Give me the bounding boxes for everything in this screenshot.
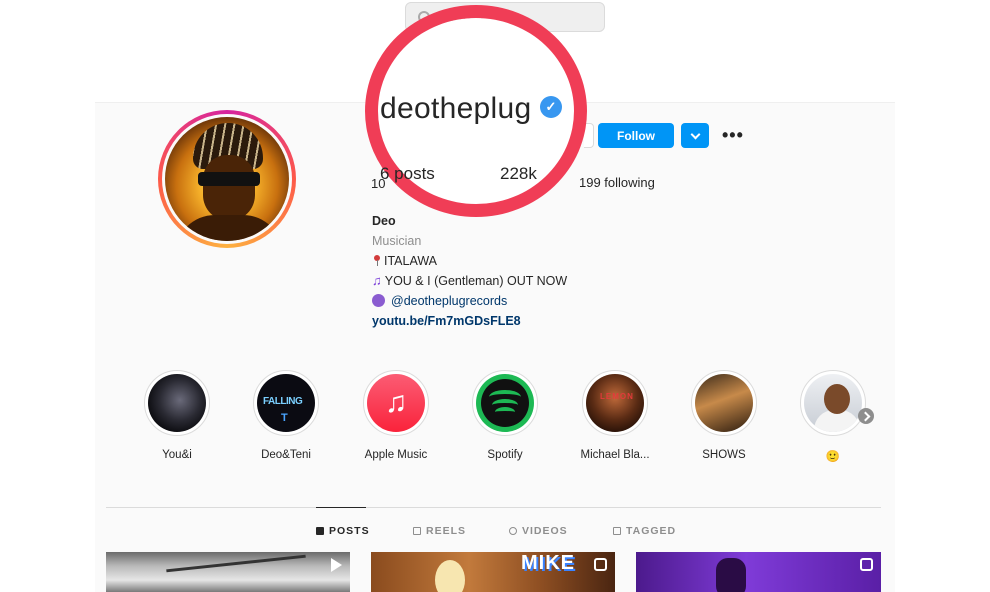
tagged-icon xyxy=(613,527,621,535)
highlight-image xyxy=(148,374,206,432)
highlight-art-text: FALLING xyxy=(263,396,303,407)
more-options-icon[interactable]: ••• xyxy=(722,126,744,144)
suggested-dropdown-button[interactable] xyxy=(681,123,709,148)
spotify-wave xyxy=(495,407,515,417)
spotify-icon xyxy=(476,374,534,432)
tab-posts[interactable]: POSTS xyxy=(316,525,370,537)
post-thumbnail[interactable] xyxy=(106,552,350,592)
highlight-apple-music[interactable]: ♫ Apple Music xyxy=(351,370,441,461)
highlight-shows[interactable]: SHOWS xyxy=(679,370,769,461)
highlight-emoji-label: 🙂 xyxy=(825,451,841,463)
story-highlights: You&i FALLING T Deo&Teni ♫ Apple Music S… xyxy=(132,370,892,470)
followers-count[interactable]: 228k xyxy=(500,164,537,184)
highlight-ring: FALLING T xyxy=(253,370,319,436)
tab-label: REELS xyxy=(426,525,467,537)
avatar-border xyxy=(162,114,292,244)
active-tab-indicator xyxy=(316,507,366,508)
highlight-ring xyxy=(691,370,757,436)
mask-icon xyxy=(372,294,385,308)
follow-button[interactable]: Follow xyxy=(598,123,674,148)
highlight-label: Deo&Teni xyxy=(261,449,311,461)
tab-label: VIDEOS xyxy=(522,525,568,537)
tabs-divider xyxy=(106,507,881,508)
profile-username: deotheplug xyxy=(380,92,532,125)
music-note-icon: ♫ xyxy=(372,273,382,289)
highlight-image: FALLING T xyxy=(257,374,315,432)
avatar-face xyxy=(203,155,255,221)
highlight-image: LEMON xyxy=(586,374,644,432)
post-art-lamp xyxy=(166,554,306,573)
post-thumbnail[interactable] xyxy=(636,552,881,592)
tab-videos[interactable]: VIDEOS xyxy=(509,525,568,537)
post-art-light xyxy=(435,560,465,592)
post-thumbnail[interactable]: MIKE xyxy=(371,552,615,592)
highlight-art-text: T xyxy=(281,412,288,424)
highlights-next-arrow[interactable] xyxy=(858,408,874,424)
tab-label: TAGGED xyxy=(626,525,677,537)
highlight-image xyxy=(804,374,862,432)
bio-release-line: ♫ YOU & I (Gentleman) OUT NOW xyxy=(372,271,567,292)
highlight-spotify[interactable]: Spotify xyxy=(460,370,550,461)
highlight-label: Spotify xyxy=(487,449,523,461)
post-art-text: MIKE xyxy=(521,552,575,574)
bio-mention-link[interactable]: @deotheplugrecords xyxy=(391,294,507,308)
highlight-person-head xyxy=(824,384,850,414)
highlight-label: Michael Bla... xyxy=(580,449,650,461)
bio-category: Musician xyxy=(372,233,422,248)
reel-icon xyxy=(860,558,873,571)
video-icon xyxy=(509,527,517,535)
tab-label: POSTS xyxy=(329,525,370,537)
reels-icon xyxy=(413,527,421,535)
avatar-image xyxy=(165,117,289,241)
highlight-ring xyxy=(144,370,210,436)
highlight-ring xyxy=(800,370,866,436)
apple-music-icon: ♫ xyxy=(367,374,425,432)
bio-release: YOU & I (Gentleman) OUT NOW xyxy=(384,274,568,289)
verified-badge-icon: ✓ xyxy=(540,96,562,118)
highlight-art-text: LEMON xyxy=(600,392,634,401)
following-count[interactable]: 199 following xyxy=(579,175,655,190)
tab-tagged[interactable]: TAGGED xyxy=(613,525,676,537)
profile-bio: Deo Musician ITALAWA ♫ YOU & I (Gentleman… xyxy=(372,212,567,332)
tab-reels[interactable]: REELS xyxy=(413,525,466,537)
avatar-shoulders xyxy=(175,215,283,241)
highlight-deo-teni[interactable]: FALLING T Deo&Teni xyxy=(241,370,331,461)
bio-mention-line: @deotheplugrecords xyxy=(372,292,567,312)
profile-avatar[interactable] xyxy=(158,110,296,248)
highlight-you-and-i[interactable]: You&i xyxy=(132,370,222,461)
highlight-ring xyxy=(472,370,538,436)
posts-count[interactable]: 6 posts xyxy=(380,164,435,184)
highlight-image xyxy=(695,374,753,432)
highlight-michael-blackson[interactable]: LEMON Michael Bla... xyxy=(570,370,660,461)
pin-icon xyxy=(374,254,380,266)
avatar-sunglasses xyxy=(198,172,260,186)
highlight-label: SHOWS xyxy=(702,449,746,461)
bio-location-line: ITALAWA xyxy=(372,252,567,272)
post-art-figure xyxy=(716,558,746,592)
highlight-ring: ♫ xyxy=(363,370,429,436)
highlight-label: You&i xyxy=(162,449,192,461)
highlight-ring: LEMON xyxy=(582,370,648,436)
grid-icon xyxy=(316,527,324,535)
bio-location: ITALAWA xyxy=(384,253,438,268)
bio-external-link[interactable]: youtu.be/Fm7mGDsFLE8 xyxy=(372,314,521,328)
chevron-down-icon xyxy=(690,129,700,139)
screenshot-stage: Search 10 199 following Follow ••• Deo M… xyxy=(0,0,990,592)
video-play-icon xyxy=(331,558,342,572)
highlight-label: Apple Music xyxy=(364,449,428,461)
highlight-label: 🙂 xyxy=(788,449,878,463)
reel-icon xyxy=(594,558,607,571)
